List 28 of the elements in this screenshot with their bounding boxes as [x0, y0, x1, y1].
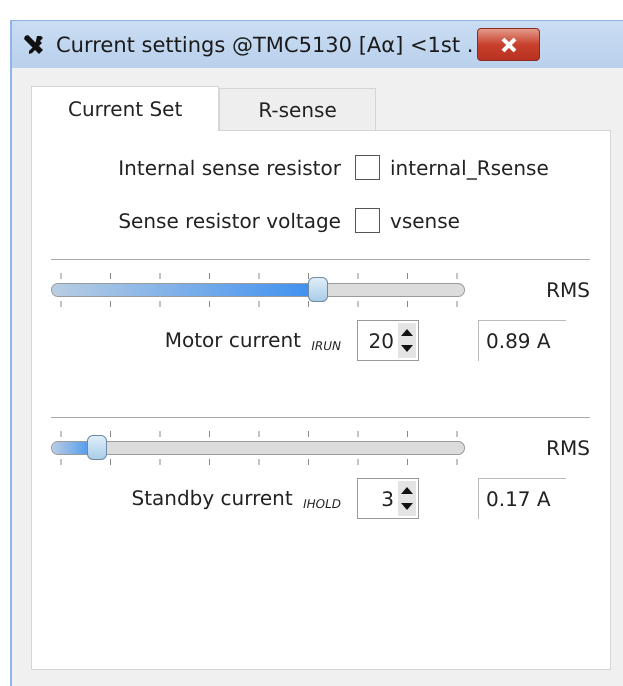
close-icon: [500, 36, 518, 52]
checkbox[interactable]: [355, 208, 380, 233]
current-slider[interactable]: [51, 430, 465, 466]
option-label: Sense resistor voltage: [117, 208, 341, 232]
spin-box[interactable]: 20: [357, 320, 419, 361]
slider-thumb[interactable]: [308, 277, 328, 302]
up-arrow-icon[interactable]: [401, 486, 413, 494]
unit-label: RMS: [546, 278, 590, 302]
option-label: Internal sense resistor: [117, 156, 341, 180]
current-slider[interactable]: [51, 272, 465, 308]
window-title: Current settings @TMC5130 [Aα] <1st .: [56, 32, 474, 56]
current-reading: 0.17 A: [478, 478, 566, 519]
tab[interactable]: Current Set: [31, 86, 220, 131]
current-label: Standby current $_{IHOLD}$: [130, 486, 341, 511]
checkbox-label: internal_Rsense: [390, 156, 549, 180]
close-button[interactable]: [477, 28, 540, 61]
current-reading: 0.89 A: [478, 320, 566, 361]
tab[interactable]: R-sense: [219, 88, 376, 130]
checkbox-label: vsense: [390, 208, 460, 232]
tools-icon: [22, 32, 46, 56]
checkbox[interactable]: [355, 155, 380, 180]
current-label: Motor current $_{IRUN}$: [164, 328, 341, 353]
up-arrow-icon[interactable]: [401, 328, 413, 336]
spin-box[interactable]: 3: [357, 478, 419, 519]
unit-label: RMS: [546, 436, 590, 460]
slider-thumb[interactable]: [86, 435, 107, 460]
down-arrow-icon[interactable]: [401, 345, 413, 354]
down-arrow-icon[interactable]: [401, 503, 413, 512]
